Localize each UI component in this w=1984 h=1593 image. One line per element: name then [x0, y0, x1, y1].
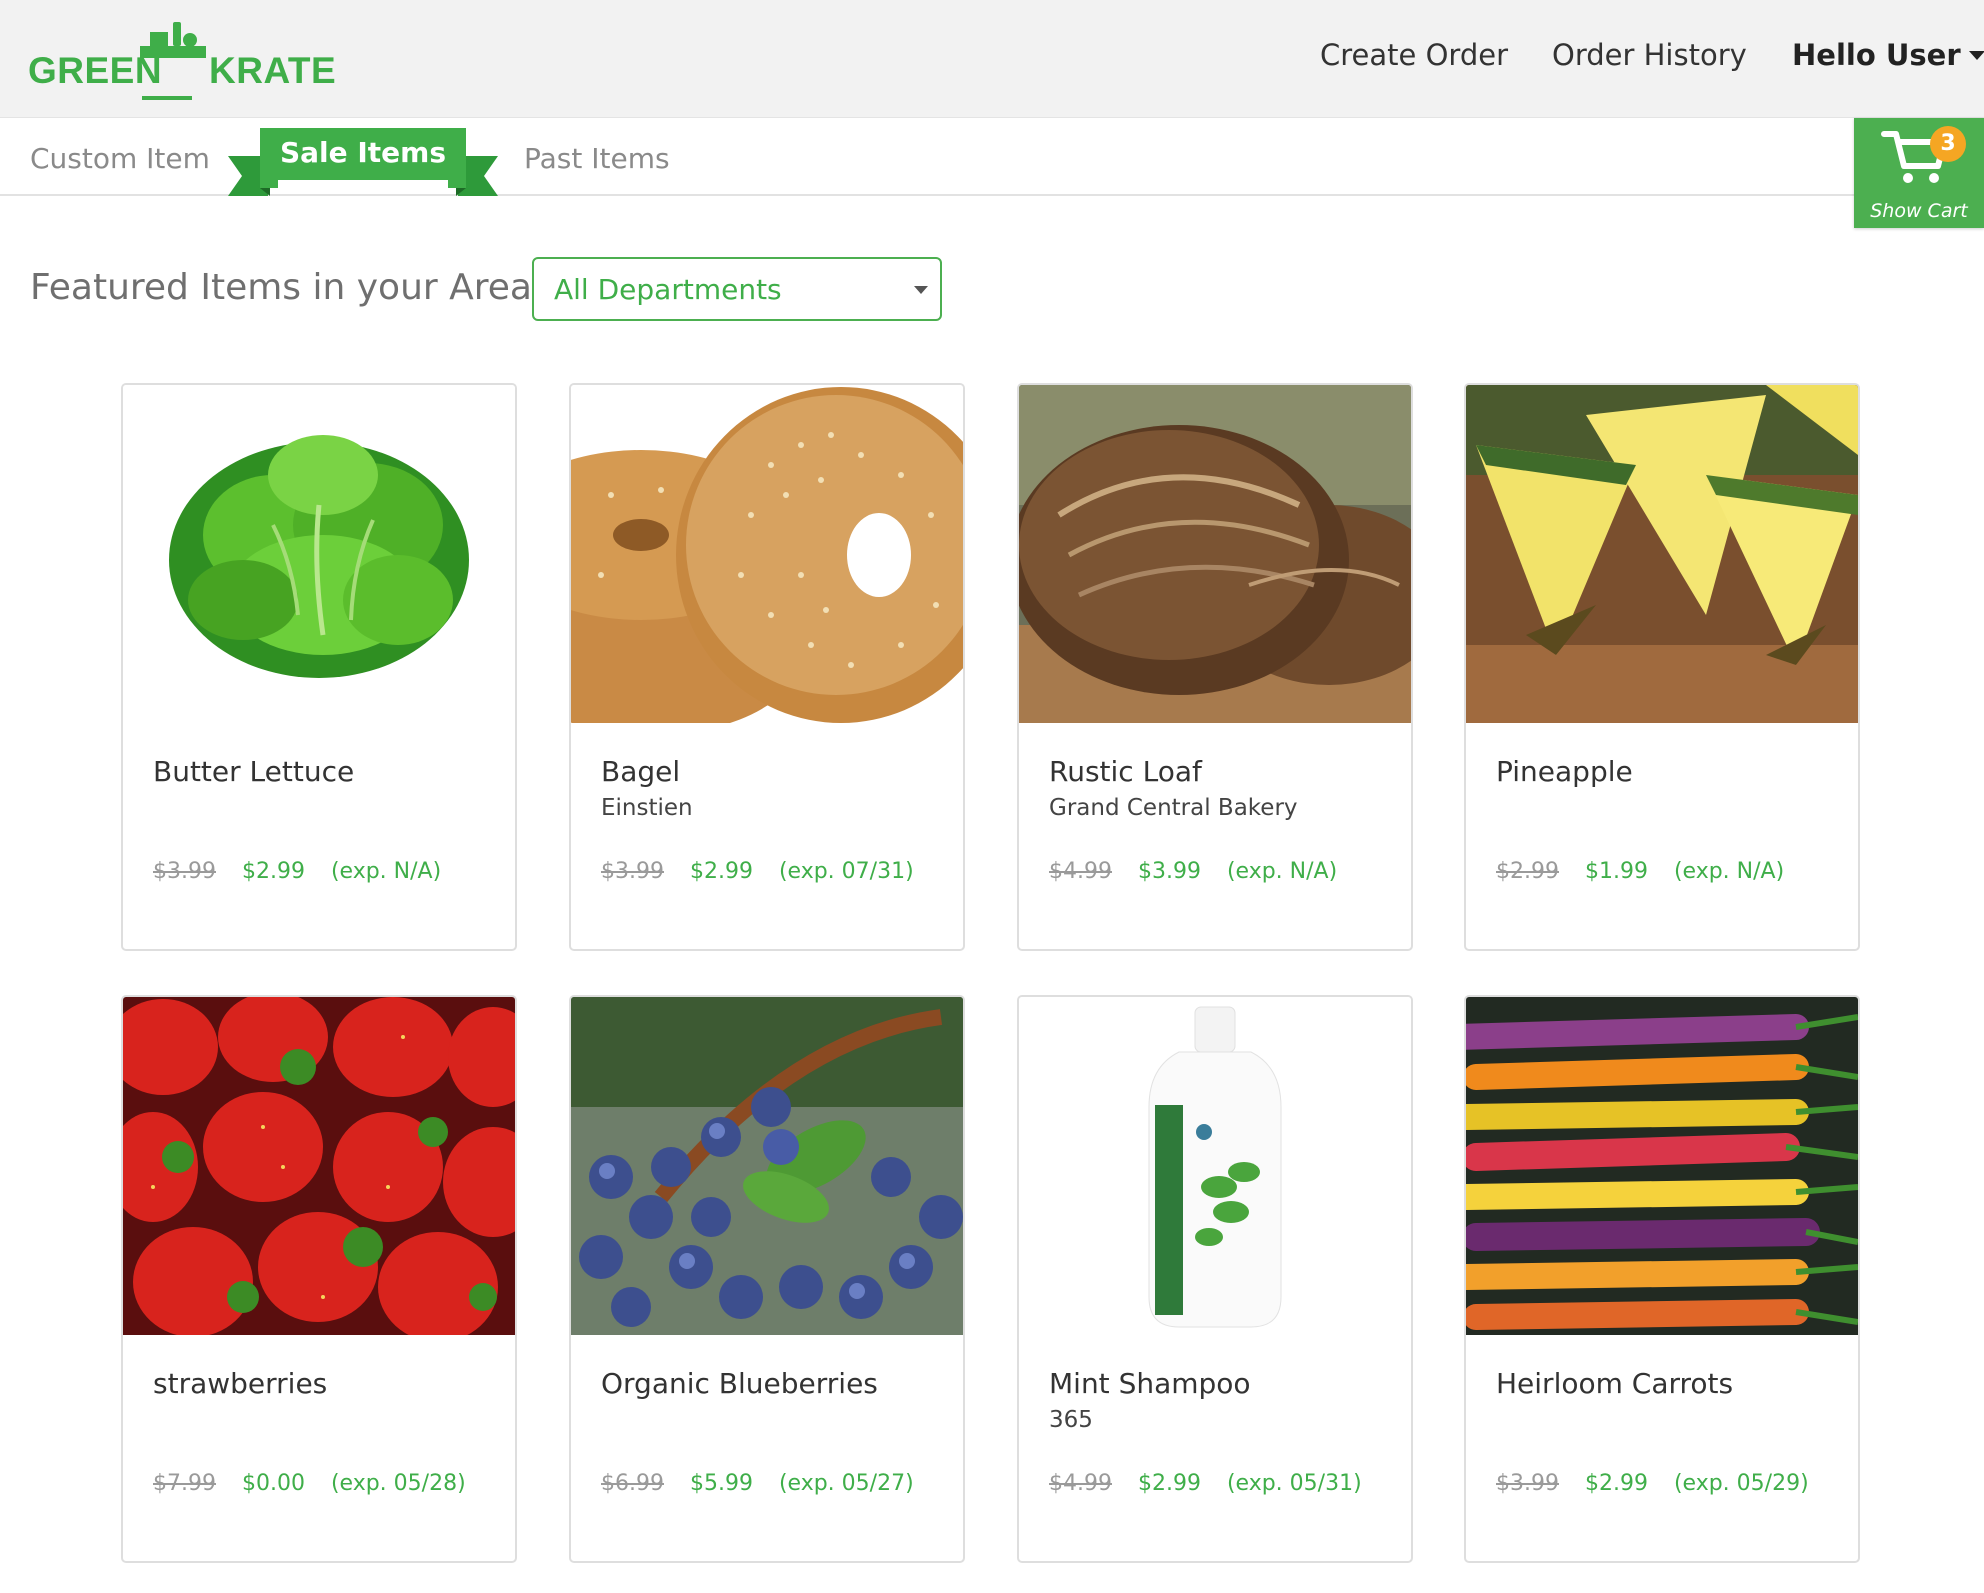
price-row: $4.99 $2.99 (exp. 05/31) [1049, 1471, 1362, 1496]
product-name: Pineapple [1496, 755, 1633, 788]
user-menu[interactable]: Hello User [1792, 38, 1984, 72]
original-price: $2.99 [1496, 859, 1559, 884]
product-name: strawberries [153, 1367, 328, 1400]
nav-order-history[interactable]: Order History [1552, 38, 1747, 72]
product-brand: 365 [1049, 1407, 1093, 1433]
original-price: $4.99 [1049, 1471, 1112, 1496]
price-row: $3.99 $2.99 (exp. N/A) [153, 859, 441, 884]
strawberries-photo [123, 997, 515, 1335]
expiration-date: (exp. N/A) [1226, 859, 1338, 884]
product-name: Rustic Loaf [1049, 755, 1202, 788]
sale-price: $5.99 [689, 1471, 753, 1496]
section-title: Featured Items in your Area [30, 267, 532, 308]
expiration-date: (exp. 07/31) [778, 859, 914, 884]
product-card[interactable]: strawberries $7.99 $0.00 (exp. 05/28) [121, 995, 517, 1563]
price-row: $3.99 $2.99 (exp. 05/29) [1496, 1471, 1809, 1496]
product-name: Organic Blueberries [601, 1367, 878, 1400]
original-price: $3.99 [1496, 1471, 1559, 1496]
sale-price: $2.99 [1584, 1471, 1648, 1496]
price-row: $3.99 $2.99 (exp. 07/31) [601, 859, 914, 884]
tab-sale-items-label: Sale Items [279, 136, 447, 169]
price-row: $6.99 $5.99 (exp. 05/27) [601, 1471, 914, 1496]
original-price: $7.99 [153, 1471, 216, 1496]
sale-price: $2.99 [1137, 1471, 1201, 1496]
caret-down-icon [1968, 50, 1984, 60]
expiration-date: (exp. 05/29) [1673, 1471, 1809, 1496]
product-brand: Grand Central Bakery [1049, 795, 1298, 821]
logo-text-green: GREEN [28, 50, 163, 91]
carrots-photo [1466, 997, 1858, 1335]
sale-price: $3.99 [1137, 859, 1201, 884]
product-name: Heirloom Carrots [1496, 1367, 1734, 1400]
product-card[interactable]: Mint Shampoo 365 $4.99 $2.99 (exp. 05/31) [1017, 995, 1413, 1563]
expiration-date: (exp. N/A) [1673, 859, 1785, 884]
product-card[interactable]: Organic Blueberries $6.99 $5.99 (exp. 05/2… [569, 995, 965, 1563]
product-card[interactable]: Pineapple $2.99 $1.99 (exp. N/A) [1464, 383, 1860, 951]
product-name: Butter Lettuce [153, 755, 355, 788]
tab-sale-items[interactable]: Sale Items [228, 128, 498, 198]
original-price: $3.99 [601, 859, 664, 884]
product-brand: Einstien [601, 795, 693, 821]
original-price: $4.99 [1049, 859, 1112, 884]
dropdown-arrow-icon [914, 286, 928, 294]
expiration-date: (exp. 05/31) [1226, 1471, 1362, 1496]
lettuce-photo [123, 385, 515, 723]
expiration-date: (exp. 05/27) [778, 1471, 914, 1496]
product-card[interactable]: Rustic Loaf Grand Central Bakery $4.99 $3… [1017, 383, 1413, 951]
greenkrate-logo[interactable]: GREEN KRATE [28, 18, 336, 103]
pineapple-photo [1466, 385, 1858, 723]
expiration-date: (exp. N/A) [330, 859, 442, 884]
product-card[interactable]: Bagel Einstien $3.99 $2.99 (exp. 07/31) [569, 383, 965, 951]
sale-price: $2.99 [241, 859, 305, 884]
department-selected-value: All Departments [554, 273, 782, 306]
price-row: $7.99 $0.00 (exp. 05/28) [153, 1471, 466, 1496]
nav-create-order[interactable]: Create Order [1320, 38, 1508, 72]
tab-past-items[interactable]: Past Items [524, 142, 670, 175]
cart-count-badge: 3 [1930, 126, 1966, 162]
original-price: $3.99 [153, 859, 216, 884]
product-card[interactable]: Heirloom Carrots $3.99 $2.99 (exp. 05/29) [1464, 995, 1860, 1563]
original-price: $6.99 [601, 1471, 664, 1496]
price-row: $4.99 $3.99 (exp. N/A) [1049, 859, 1337, 884]
blueberries-photo [571, 997, 963, 1335]
bagel-photo [571, 385, 963, 723]
sale-price: $0.00 [241, 1471, 305, 1496]
top-header: GREEN KRATE Create Order Order History H… [0, 0, 1984, 118]
logo-text-krate: KRATE [209, 50, 337, 91]
shampoo-photo [1019, 997, 1411, 1335]
user-menu-label: Hello User [1792, 38, 1961, 72]
product-card[interactable]: Butter Lettuce $3.99 $2.99 (exp. N/A) [121, 383, 517, 951]
bread-photo [1019, 385, 1411, 723]
sale-price: $2.99 [689, 859, 753, 884]
show-cart-label: Show Cart [1870, 200, 1968, 222]
show-cart-button[interactable]: 3 Show Cart [1854, 118, 1984, 228]
price-row: $2.99 $1.99 (exp. N/A) [1496, 859, 1784, 884]
product-name: Mint Shampoo [1049, 1367, 1251, 1400]
tab-custom-item[interactable]: Custom Item [30, 142, 210, 175]
sale-price: $1.99 [1584, 859, 1648, 884]
product-name: Bagel [601, 755, 681, 788]
department-select[interactable]: All Departments [532, 257, 942, 321]
expiration-date: (exp. 05/28) [330, 1471, 466, 1496]
